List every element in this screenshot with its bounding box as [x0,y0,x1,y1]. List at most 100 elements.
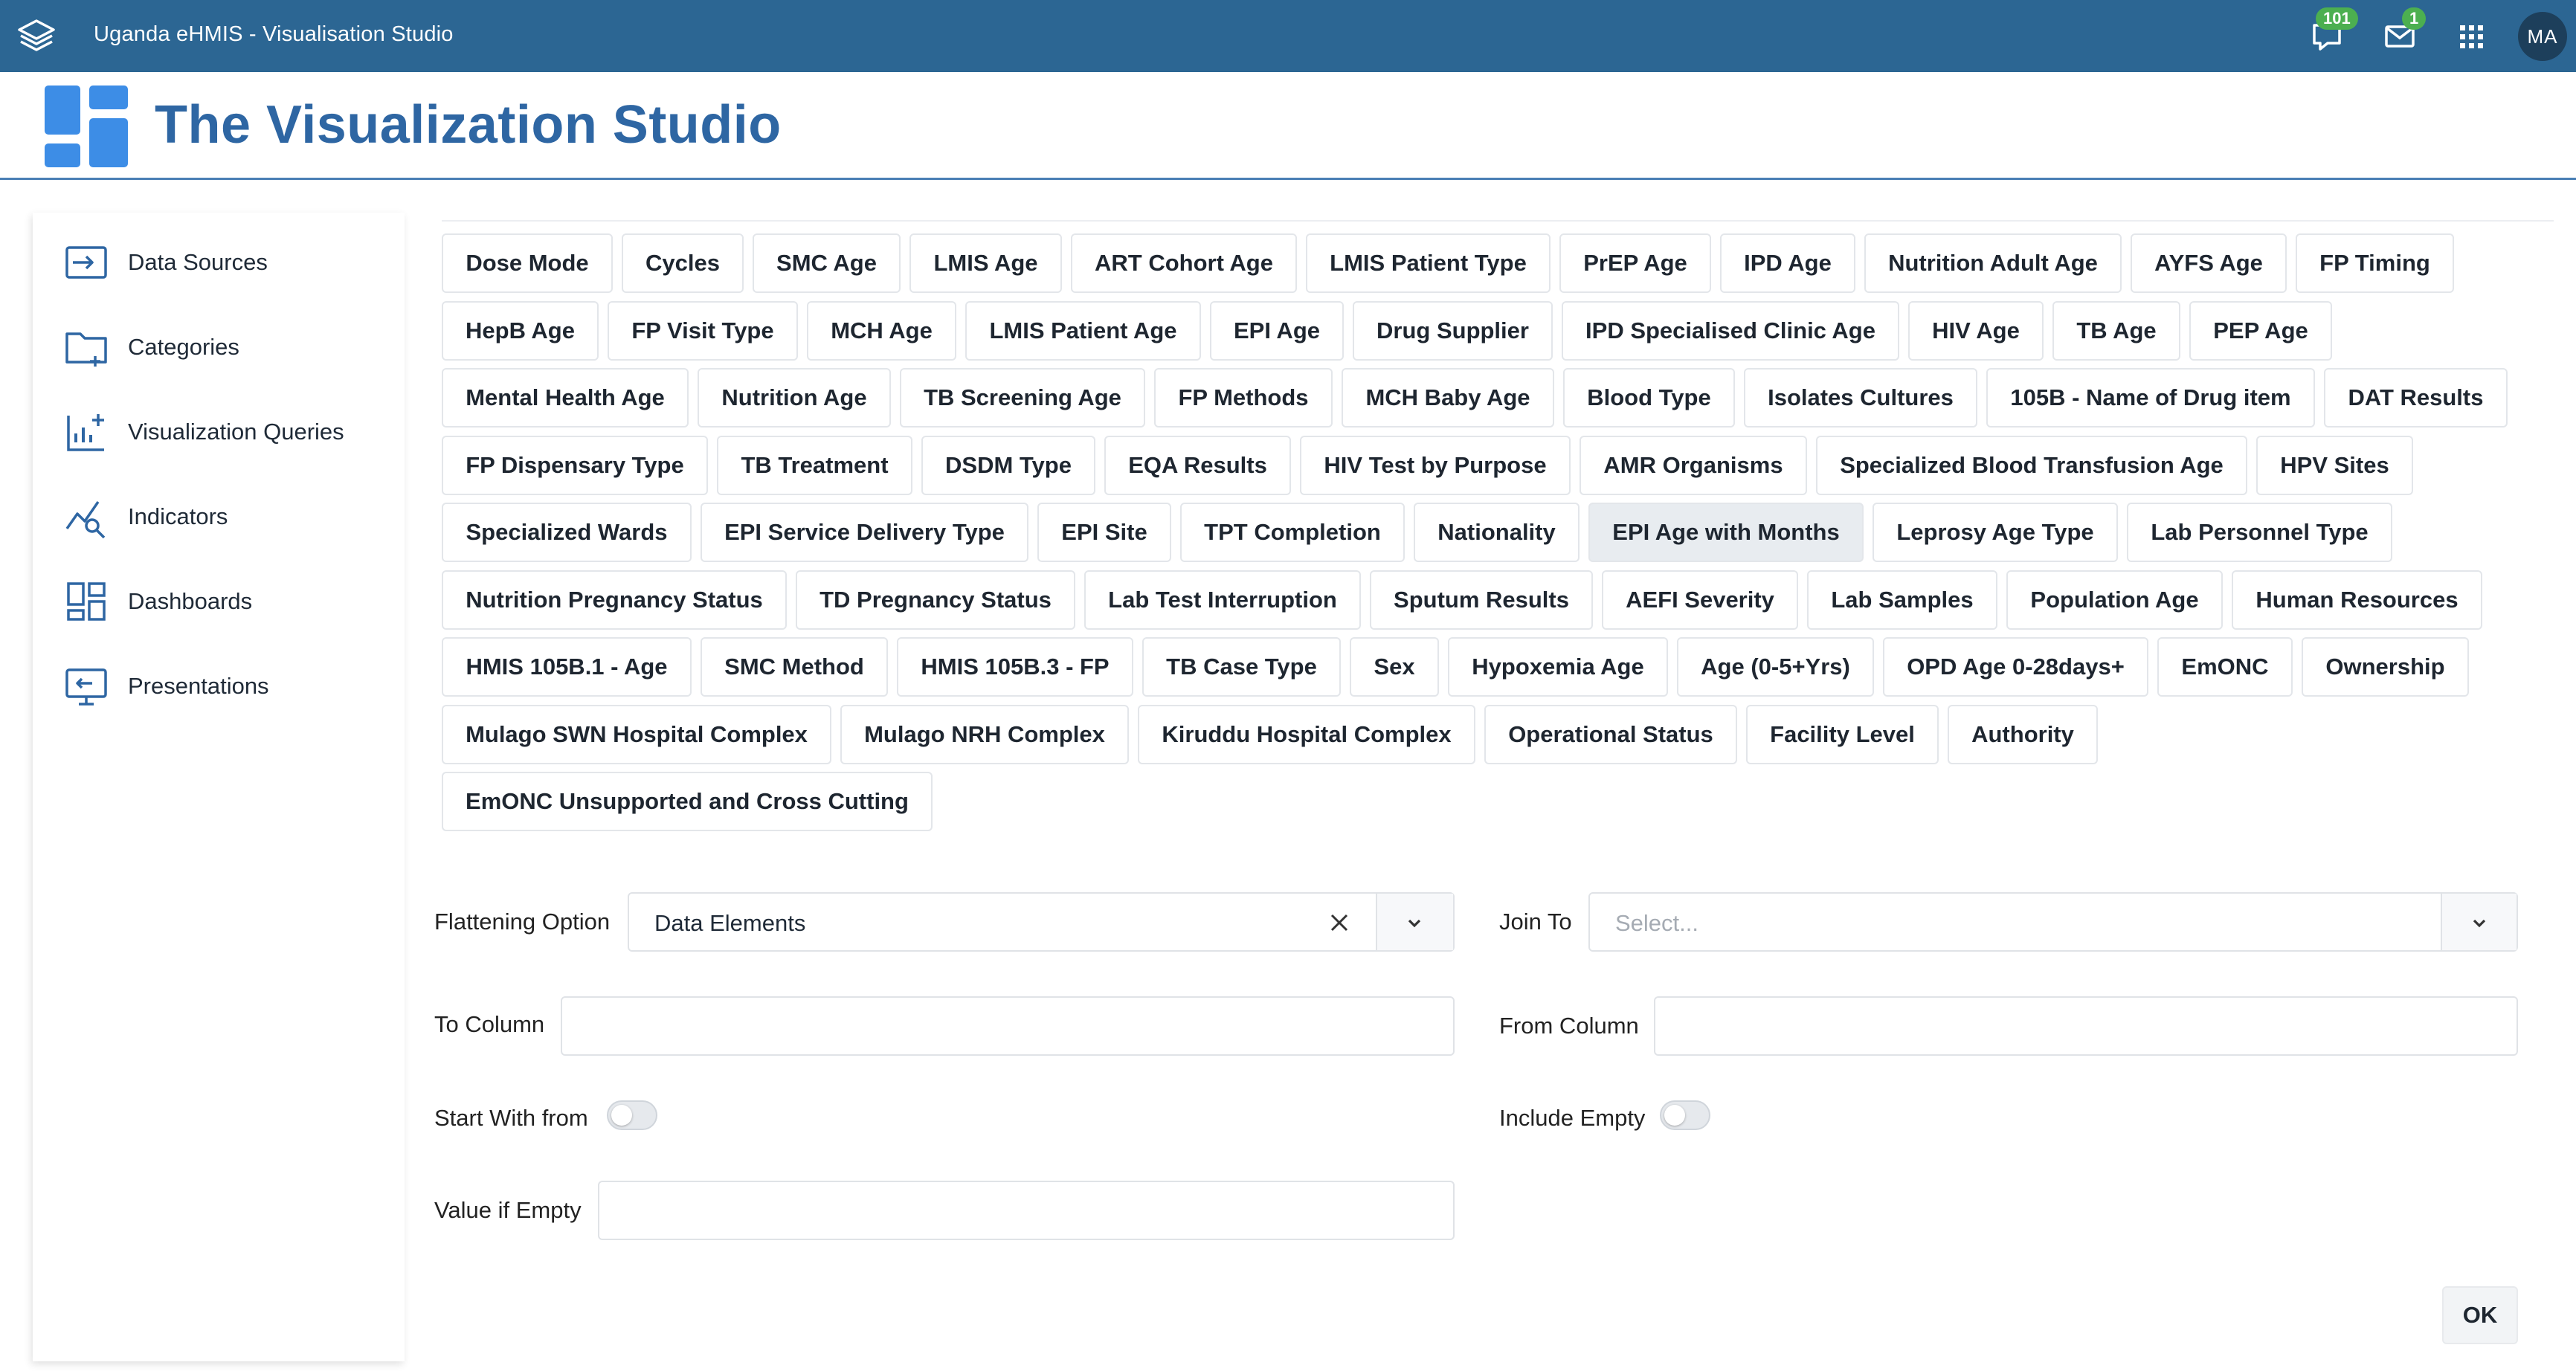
apps-menu-button[interactable] [2453,18,2490,55]
category-chip[interactable]: Lab Personnel Type [2127,503,2392,562]
category-chip[interactable]: Mulago SWN Hospital Complex [442,704,831,764]
category-chip[interactable]: MCH Baby Age [1342,368,1554,428]
category-chip[interactable]: Nutrition Age [698,368,891,428]
category-chip[interactable]: Operational Status [1484,704,1737,764]
category-chip[interactable]: Hypoxemia Age [1448,637,1668,697]
interpretations-button[interactable]: 101 [2308,7,2358,55]
sidebar-item-visualization-queries[interactable]: Visualization Queries [62,406,344,458]
category-chip[interactable]: EQA Results [1104,435,1291,495]
toggle-knob [611,1105,632,1126]
sidebar-item-indicators[interactable]: Indicators [62,491,228,543]
user-avatar[interactable]: MA [2518,12,2567,61]
category-chip[interactable]: IPD Age [1720,233,1855,293]
category-chip[interactable]: EPI Age [1210,300,1344,361]
category-chip[interactable]: FP Visit Type [608,300,798,361]
category-chip[interactable]: FP Timing [2296,233,2454,293]
category-chip[interactable]: HIV Test by Purpose [1300,435,1571,495]
category-chip[interactable]: HPV Sites [2256,435,2413,495]
chevron-down-icon[interactable] [2469,913,2490,934]
sidebar-item-presentations[interactable]: Presentations [62,660,269,712]
category-chip[interactable]: ART Cohort Age [1071,233,1297,293]
category-chip[interactable]: TB Screening Age [900,368,1145,428]
category-chip[interactable]: Mulago NRH Complex [840,704,1129,764]
chevron-down-icon[interactable] [1404,913,1425,934]
category-chip[interactable]: TPT Completion [1180,503,1405,562]
category-chip[interactable]: PrEP Age [1559,233,1711,293]
category-chip[interactable]: Drug Supplier [1353,300,1553,361]
category-chip[interactable]: HIV Age [1908,300,2044,361]
category-chip[interactable]: Age (0-5+Yrs) [1677,637,1874,697]
include-empty-toggle[interactable] [1660,1100,1710,1130]
clear-icon[interactable] [1328,912,1350,934]
app-title: Uganda eHMIS - Visualisation Studio [94,22,454,46]
sidebar-item-label: Presentations [128,673,269,699]
category-chip[interactable]: Nationality [1414,503,1580,562]
category-chip[interactable]: Kiruddu Hospital Complex [1138,704,1475,764]
join-to-select[interactable]: Select... [1588,892,2518,952]
scrolled-chip-row-edge [442,220,2554,228]
to-column-input[interactable] [561,996,1455,1056]
from-column-input[interactable] [1654,996,2518,1056]
category-chip[interactable]: Nutrition Adult Age [1864,233,2122,293]
category-chip[interactable]: Ownership [2302,637,2469,697]
category-chip[interactable]: Sputum Results [1370,570,1593,630]
category-chip[interactable]: FP Methods [1154,368,1333,428]
category-chip[interactable]: EmONC [2157,637,2293,697]
category-chip[interactable]: DAT Results [2324,368,2508,428]
value-if-empty-input[interactable] [598,1181,1455,1240]
category-chip[interactable]: PEP Age [2189,300,2332,361]
category-chip[interactable]: Facility Level [1746,704,1939,764]
start-with-from-toggle[interactable] [607,1100,657,1130]
category-chip[interactable]: LMIS Patient Type [1306,233,1551,293]
category-chip[interactable]: HepB Age [442,300,599,361]
category-chip[interactable]: TB Treatment [717,435,912,495]
category-chip[interactable]: EPI Service Delivery Type [701,503,1028,562]
category-chip[interactable]: AYFS Age [2131,233,2287,293]
category-chip[interactable]: HMIS 105B.3 - FP [897,637,1133,697]
category-chip[interactable]: Mental Health Age [442,368,689,428]
flattening-option-select[interactable]: Data Elements [628,892,1455,952]
category-chip[interactable]: Human Resources [2232,570,2482,630]
category-chip[interactable]: OPD Age 0-28days+ [1883,637,2148,697]
category-chip[interactable]: Lab Test Interruption [1084,570,1361,630]
category-chip[interactable]: Nutrition Pregnancy Status [442,570,787,630]
category-chip[interactable]: Population Age [2006,570,2223,630]
category-chip[interactable]: TB Age [2052,300,2180,361]
category-chip[interactable]: TB Case Type [1142,637,1341,697]
category-chip[interactable]: EPI Age with Months [1588,503,1864,562]
messages-button[interactable]: 1 [2381,7,2427,55]
category-chip[interactable]: Isolates Cultures [1744,368,1977,428]
category-chip[interactable]: Sex [1350,637,1439,697]
category-chip[interactable]: AEFI Severity [1602,570,1798,630]
category-chip[interactable]: Lab Samples [1807,570,1997,630]
category-chip[interactable]: Specialized Blood Transfusion Age [1816,435,2247,495]
category-chip[interactable]: Dose Mode [442,233,613,293]
category-chip[interactable]: LMIS Age [909,233,1062,293]
app-logo-icon[interactable] [15,16,58,57]
category-chip[interactable]: SMC Method [701,637,888,697]
category-chip[interactable]: DSDM Type [921,435,1095,495]
sidebar-item-data-sources[interactable]: Data Sources [62,236,268,288]
category-chip[interactable]: Leprosy Age Type [1873,503,2118,562]
category-chip[interactable]: Authority [1948,704,2098,764]
sidebar-item-dashboards[interactable]: Dashboards [62,575,252,628]
category-chip[interactable]: Specialized Wards [442,503,692,562]
category-chip[interactable]: EPI Site [1037,503,1171,562]
category-chip[interactable]: Cycles [622,233,744,293]
category-chip[interactable]: Blood Type [1563,368,1735,428]
category-chip[interactable]: TD Pregnancy Status [796,570,1075,630]
category-chip[interactable]: LMIS Patient Age [965,300,1201,361]
sidebar-item-categories[interactable]: Categories [62,321,239,373]
ok-button[interactable]: OK [2442,1286,2518,1344]
category-chip[interactable]: HMIS 105B.1 - Age [442,637,692,697]
category-chip[interactable]: MCH Age [807,300,956,361]
join-to-placeholder: Select... [1615,910,1698,936]
category-chip[interactable]: FP Dispensary Type [442,435,708,495]
sidebar-item-label: Categories [128,334,239,360]
sidebar-item-label: Visualization Queries [128,419,344,445]
category-chip[interactable]: SMC Age [753,233,901,293]
category-chip[interactable]: IPD Specialised Clinic Age [1562,300,1899,361]
category-chip[interactable]: EmONC Unsupported and Cross Cutting [442,772,933,831]
category-chip[interactable]: AMR Organisms [1580,435,1807,495]
category-chip[interactable]: 105B - Name of Drug item [1986,368,2315,428]
